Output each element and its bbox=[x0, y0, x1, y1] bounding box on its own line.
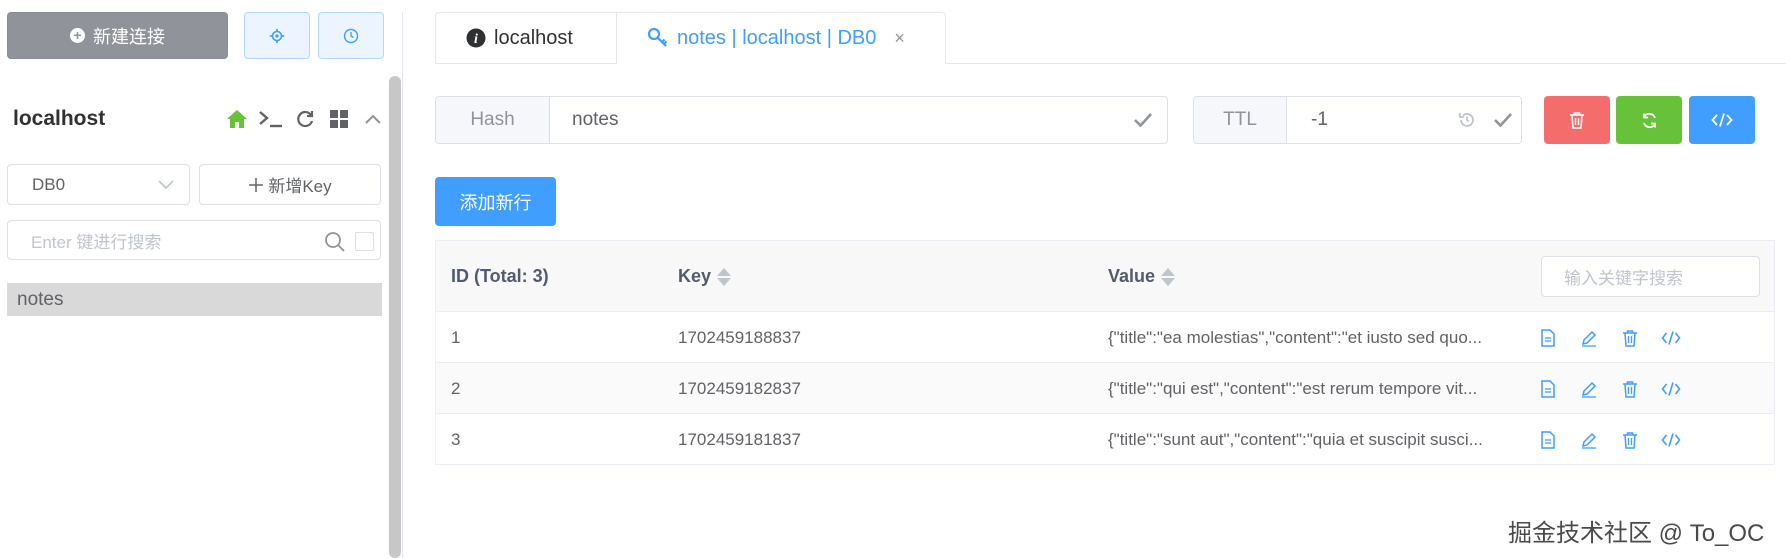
new-connection-label: 新建连接 bbox=[93, 26, 165, 47]
search-icon[interactable] bbox=[324, 231, 346, 253]
new-connection-button[interactable]: + 新建连接 bbox=[7, 12, 228, 59]
column-header-key[interactable]: Key bbox=[678, 241, 732, 312]
info-icon: i bbox=[466, 28, 486, 48]
sort-icon[interactable] bbox=[717, 267, 732, 286]
row-key: 1702459181837 bbox=[678, 429, 801, 449]
tab-bar-border bbox=[945, 63, 1786, 64]
code-icon[interactable] bbox=[1659, 428, 1683, 452]
ttl-reset-icon[interactable] bbox=[1449, 97, 1485, 143]
clock-icon bbox=[343, 28, 359, 43]
close-icon[interactable]: × bbox=[894, 28, 905, 49]
view-document-icon[interactable] bbox=[1536, 326, 1560, 350]
key-icon bbox=[647, 27, 668, 47]
chevron-up-icon[interactable] bbox=[360, 106, 386, 132]
dump-command-button[interactable] bbox=[1689, 96, 1755, 144]
add-key-button[interactable]: 新增Key bbox=[199, 164, 381, 205]
table-row: 2 1702459182837 {"title":"qui est","cont… bbox=[436, 363, 1774, 414]
tab-notes[interactable]: notes | localhost | DB0 × bbox=[617, 12, 946, 64]
plus-icon bbox=[249, 177, 264, 192]
refresh-icon bbox=[1642, 112, 1656, 128]
add-row-button[interactable]: 添加新行 bbox=[435, 177, 556, 226]
home-icon[interactable] bbox=[224, 106, 250, 132]
row-actions bbox=[1536, 414, 1683, 465]
sidebar-scrollbar[interactable] bbox=[389, 76, 401, 558]
settings-button[interactable] bbox=[244, 12, 310, 59]
key-list-item[interactable]: notes bbox=[7, 283, 382, 316]
code-icon bbox=[1711, 113, 1733, 127]
row-id: 3 bbox=[451, 429, 461, 449]
row-id: 2 bbox=[451, 378, 461, 398]
code-icon[interactable] bbox=[1659, 377, 1683, 401]
row-actions bbox=[1536, 363, 1683, 414]
ttl-confirm-icon[interactable] bbox=[1485, 97, 1521, 143]
column-header-id: ID (Total: 3) bbox=[451, 266, 549, 286]
key-search-placeholder: Enter 键进行搜索 bbox=[31, 232, 162, 252]
trash-icon[interactable] bbox=[1618, 377, 1642, 401]
trash-icon[interactable] bbox=[1618, 428, 1642, 452]
chevron-down-icon bbox=[158, 180, 174, 190]
hash-table: ID (Total: 3) Key Value 输入关键字搜索 1 170245… bbox=[435, 240, 1775, 465]
row-value: {"title":"qui est","content":"est rerum … bbox=[1108, 379, 1478, 398]
tab-localhost[interactable]: i localhost bbox=[435, 12, 617, 64]
sidebar-divider bbox=[402, 12, 403, 558]
trash-icon bbox=[1570, 112, 1584, 129]
column-header-value[interactable]: Value bbox=[1108, 241, 1176, 312]
table-search-placeholder: 输入关键字搜索 bbox=[1564, 269, 1683, 288]
key-name-input[interactable]: notes bbox=[550, 97, 1119, 143]
key-search-input[interactable]: Enter 键进行搜索 bbox=[7, 220, 381, 260]
row-id: 1 bbox=[451, 327, 461, 347]
gear-icon bbox=[269, 28, 285, 43]
row-value: {"title":"sunt aut","content":"quia et s… bbox=[1108, 430, 1483, 449]
ttl-field: TTL -1 bbox=[1193, 96, 1522, 144]
view-document-icon[interactable] bbox=[1536, 428, 1560, 452]
trash-icon[interactable] bbox=[1618, 326, 1642, 350]
edit-icon[interactable] bbox=[1577, 377, 1601, 401]
tab-notes-label: notes | localhost | DB0 bbox=[677, 26, 877, 49]
connection-toolbar bbox=[224, 106, 386, 132]
sort-icon[interactable] bbox=[1161, 267, 1176, 286]
edit-icon[interactable] bbox=[1577, 326, 1601, 350]
db-select[interactable]: DB0 bbox=[7, 164, 190, 205]
key-list-item-label: notes bbox=[17, 288, 64, 310]
connection-name[interactable]: localhost bbox=[13, 107, 105, 131]
refresh-icon[interactable] bbox=[292, 106, 318, 132]
table-row: 1 1702459188837 {"title":"ea molestias",… bbox=[436, 312, 1774, 363]
key-name-field: Hash notes bbox=[435, 96, 1168, 144]
terminal-icon[interactable] bbox=[258, 106, 284, 132]
table-search-input[interactable]: 输入关键字搜索 bbox=[1541, 256, 1760, 297]
add-key-label: 新增Key bbox=[268, 177, 332, 196]
grid-icon[interactable] bbox=[326, 106, 352, 132]
edit-icon[interactable] bbox=[1577, 428, 1601, 452]
view-document-icon[interactable] bbox=[1536, 377, 1560, 401]
exact-match-checkbox[interactable] bbox=[355, 232, 374, 251]
ttl-input[interactable]: -1 bbox=[1287, 97, 1449, 143]
tab-bar: i localhost notes | localhost | DB0 × bbox=[435, 12, 946, 64]
table-header: ID (Total: 3) Key Value 输入关键字搜索 bbox=[436, 241, 1774, 312]
table-row: 3 1702459181837 {"title":"sunt aut","con… bbox=[436, 414, 1774, 465]
rename-confirm-icon[interactable] bbox=[1119, 97, 1167, 143]
key-type-label: Hash bbox=[436, 97, 550, 143]
row-key: 1702459188837 bbox=[678, 327, 801, 347]
watermark: 掘金技术社区 @ To_OC bbox=[1508, 520, 1765, 547]
sidebar: + 新建连接 localhost DB0 新增Key Enter 键进行搜索 n… bbox=[0, 0, 403, 558]
plus-circle-icon: + bbox=[70, 28, 85, 43]
delete-key-button[interactable] bbox=[1544, 96, 1610, 144]
row-value: {"title":"ea molestias","content":"et iu… bbox=[1108, 328, 1482, 347]
svg-text:i: i bbox=[474, 32, 478, 47]
tab-localhost-label: localhost bbox=[494, 26, 573, 49]
refresh-key-button[interactable] bbox=[1616, 96, 1682, 144]
ttl-label: TTL bbox=[1194, 97, 1287, 143]
row-actions bbox=[1536, 312, 1683, 363]
code-icon[interactable] bbox=[1659, 326, 1683, 350]
history-button[interactable] bbox=[318, 12, 384, 59]
db-select-value: DB0 bbox=[32, 174, 66, 194]
row-key: 1702459182837 bbox=[678, 378, 801, 398]
